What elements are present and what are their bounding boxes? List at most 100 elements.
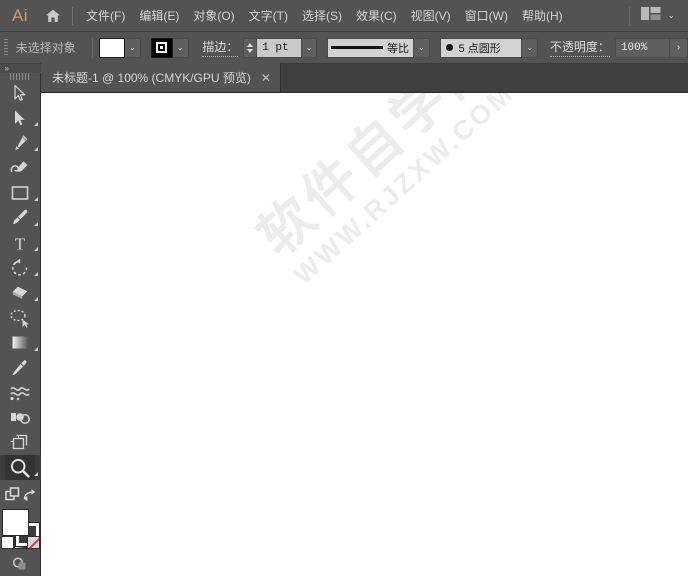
tool-artboard[interactable] xyxy=(0,430,41,455)
shape-builder-icon xyxy=(5,405,35,430)
rectangle-icon xyxy=(5,180,35,205)
selection-status-label: 未选择对象 xyxy=(15,41,76,55)
tool-rectangle[interactable] xyxy=(0,180,41,205)
tool-rotate[interactable] xyxy=(0,255,41,280)
tool-eyedropper[interactable] xyxy=(0,355,41,380)
close-icon[interactable]: ✕ xyxy=(261,72,271,84)
menu-object[interactable]: 对象(O) xyxy=(186,5,241,27)
change-screen-mode-icon[interactable] xyxy=(4,487,21,508)
eyedropper-icon xyxy=(5,355,35,380)
flyout-triangle-icon xyxy=(33,197,38,202)
opacity-label[interactable]: 不透明度： xyxy=(549,38,610,57)
tool-zoom[interactable] xyxy=(0,455,41,481)
stroke-control-group: ⌄ xyxy=(150,37,189,58)
flyout-triangle-icon xyxy=(33,472,38,477)
menu-file[interactable]: 文件(F) xyxy=(79,5,132,27)
workspace-switcher-button[interactable]: ⌄ xyxy=(636,4,680,28)
toolbar-collapse-button[interactable]: » xyxy=(0,64,41,73)
menu-effect[interactable]: 效果(C) xyxy=(349,5,404,27)
artboard-canvas[interactable]: 软件自学网 WWW.RJZXW.COM xyxy=(41,93,688,576)
brush-definition-label: 5 点圆形 xyxy=(458,42,501,55)
menu-bar: Ai 文件(F) 编辑(E) 对象(O) 文字(T) 选择(S) 效果(C) 视… xyxy=(0,0,688,32)
stroke-weight-label[interactable]: 描边： xyxy=(202,38,239,57)
menu-edit[interactable]: 编辑(E) xyxy=(132,5,186,27)
stroke-weight-chevron-down-icon[interactable]: ⌄ xyxy=(301,37,318,58)
tool-eraser[interactable] xyxy=(0,280,41,305)
workspace-switcher-icon xyxy=(641,6,661,25)
tool-type[interactable]: T xyxy=(0,230,41,255)
lasso-icon xyxy=(5,305,35,330)
menu-type[interactable]: 文字(T) xyxy=(242,5,295,27)
curvature-icon xyxy=(5,155,35,180)
stroke-profile-selector[interactable]: 等比 xyxy=(327,37,414,58)
gradient-icon xyxy=(5,330,35,355)
color-fill-icon[interactable] xyxy=(0,535,14,549)
paintbrush-icon xyxy=(5,205,35,230)
swap-fill-stroke-icon[interactable] xyxy=(22,488,36,507)
drawing-mode-icon[interactable] xyxy=(11,555,29,576)
toolbar-grip-icon[interactable] xyxy=(0,73,41,81)
stroke-swatch-ring-icon xyxy=(156,42,168,53)
stroke-profile-chevron-down-icon[interactable]: ⌄ xyxy=(413,37,430,58)
toolbar-fill-swatch[interactable] xyxy=(2,510,28,536)
direct-selection-arrow-icon xyxy=(5,105,35,130)
tool-blend[interactable] xyxy=(0,380,41,405)
stroke-weight-input[interactable]: 1 pt xyxy=(256,37,302,58)
opacity-input[interactable]: 100% xyxy=(614,37,671,58)
tool-lasso[interactable] xyxy=(0,305,41,330)
rotate-icon xyxy=(5,255,35,280)
eraser-icon xyxy=(5,280,35,305)
watermark: 软件自学网 WWW.RJZXW.COM xyxy=(245,93,526,291)
tool-selection[interactable] xyxy=(0,80,41,105)
zoom-magnifier-icon xyxy=(5,455,35,481)
brush-definition-chevron-down-icon[interactable]: ⌄ xyxy=(522,37,539,58)
document-tab-bar: 未标题-1 @ 100% (CMYK/GPU 预览) ✕ xyxy=(0,63,688,93)
document-tab-title: 未标题-1 @ 100% (CMYK/GPU 预览) xyxy=(52,71,251,85)
artboard-icon xyxy=(5,430,35,455)
none-fill-icon[interactable] xyxy=(26,535,40,549)
menu-window[interactable]: 窗口(W) xyxy=(458,5,515,27)
menu-view[interactable]: 视图(V) xyxy=(404,5,458,27)
flyout-triangle-icon xyxy=(33,147,38,152)
watermark-url-text: WWW.RJZXW.COM xyxy=(287,93,520,291)
fill-color-swatch[interactable] xyxy=(98,37,125,58)
menu-items: 文件(F) 编辑(E) 对象(O) 文字(T) 选择(S) 效果(C) 视图(V… xyxy=(79,5,570,27)
menubar-right-cluster: ⌄ xyxy=(627,4,688,28)
chevron-down-icon: ⌄ xyxy=(667,10,675,20)
control-divider-1 xyxy=(91,37,93,58)
fill-stroke-indicator xyxy=(0,509,41,547)
blend-icon xyxy=(5,380,35,405)
flyout-triangle-icon xyxy=(33,272,38,277)
flyout-triangle-icon xyxy=(33,247,38,252)
flyout-triangle-icon xyxy=(33,122,38,127)
stroke-dropdown-chevron-down-icon[interactable]: ⌄ xyxy=(172,37,189,58)
drawing-mode-row xyxy=(0,555,41,576)
type-icon: T xyxy=(5,230,35,255)
stroke-profile-preview-icon xyxy=(331,46,384,49)
opacity-expand-chevron-right-icon[interactable]: › xyxy=(670,37,688,58)
menu-select[interactable]: 选择(S) xyxy=(295,5,349,27)
tool-shape-builder[interactable] xyxy=(0,405,41,430)
tool-paintbrush[interactable] xyxy=(0,205,41,230)
tool-direct-selection[interactable] xyxy=(0,105,41,130)
flyout-triangle-icon xyxy=(33,222,38,227)
flyout-triangle-icon xyxy=(33,297,38,302)
watermark-chinese-text: 软件自学网 xyxy=(245,93,508,269)
tools-panel: » T xyxy=(0,64,41,576)
menu-help[interactable]: 帮助(H) xyxy=(515,5,570,27)
app-logo: Ai xyxy=(11,5,29,25)
fill-control-group: ⌄ xyxy=(98,37,141,58)
home-icon[interactable] xyxy=(36,0,70,32)
tool-pen[interactable] xyxy=(0,130,41,155)
drag-grip-icon[interactable] xyxy=(0,32,12,64)
fill-dropdown-chevron-down-icon[interactable]: ⌄ xyxy=(124,37,141,58)
stroke-weight-stepper[interactable] xyxy=(243,37,257,58)
stroke-color-swatch[interactable] xyxy=(150,37,173,58)
tool-gradient[interactable] xyxy=(0,330,41,355)
brush-definition-selector[interactable]: 5 点圆形 xyxy=(439,37,523,58)
selection-arrow-icon xyxy=(5,80,35,105)
document-tab[interactable]: 未标题-1 @ 100% (CMYK/GPU 预览) ✕ xyxy=(41,63,281,92)
brush-preview-icon xyxy=(445,44,453,51)
tool-curvature[interactable] xyxy=(0,155,41,180)
flyout-triangle-icon xyxy=(33,347,38,352)
